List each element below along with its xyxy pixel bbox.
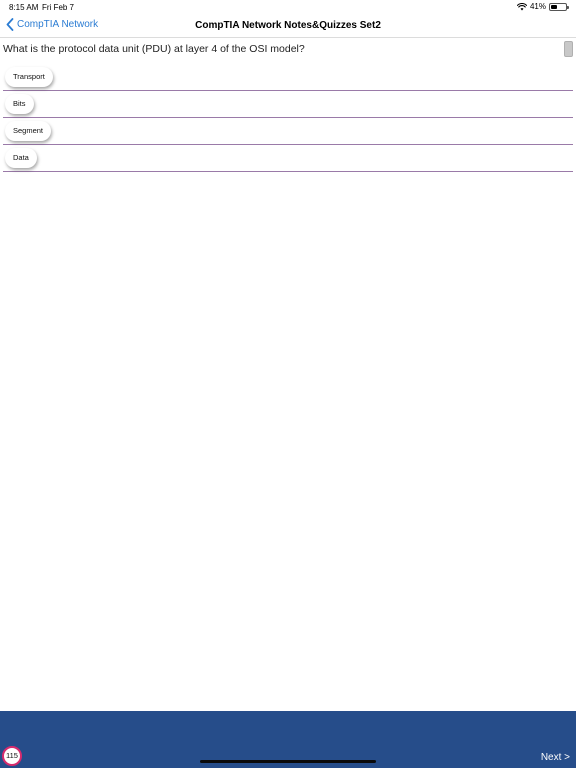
answer-option-bits[interactable]: Bits (5, 94, 34, 114)
wifi-icon (516, 2, 527, 10)
answer-row: Transport (3, 64, 573, 91)
question-text: What is the protocol data unit (PDU) at … (3, 43, 305, 55)
back-button[interactable]: CompTIA Network (6, 18, 98, 31)
bottom-toolbar: 115 Next > (0, 711, 576, 768)
status-bar: 8:15 AM Fri Feb 7 41% (0, 0, 576, 14)
status-time: 8:15 AM (9, 3, 39, 12)
navigation-bar: CompTIA Network CompTIA Network Notes&Qu… (0, 14, 576, 38)
answer-row: Segment (3, 118, 573, 145)
home-indicator[interactable] (200, 760, 376, 763)
answer-row: Data (3, 145, 573, 172)
answer-option-segment[interactable]: Segment (5, 121, 52, 141)
status-indicators: 41% (516, 2, 569, 11)
back-button-label: CompTIA Network (17, 19, 99, 30)
answer-row: Bits (3, 91, 573, 118)
scroll-handle[interactable] (564, 41, 573, 57)
battery-icon (549, 2, 569, 11)
answer-option-transport[interactable]: Transport (5, 67, 53, 87)
question-counter-badge: 115 (2, 746, 22, 766)
chevron-left-icon (6, 18, 14, 31)
battery-level-fill (551, 4, 557, 9)
answer-option-data[interactable]: Data (5, 148, 37, 168)
battery-percent: 41% (529, 2, 546, 11)
answer-list: Transport Bits Segment Data (3, 64, 573, 172)
next-button[interactable]: Next > (541, 752, 570, 763)
status-date: Fri Feb 7 (42, 3, 75, 12)
